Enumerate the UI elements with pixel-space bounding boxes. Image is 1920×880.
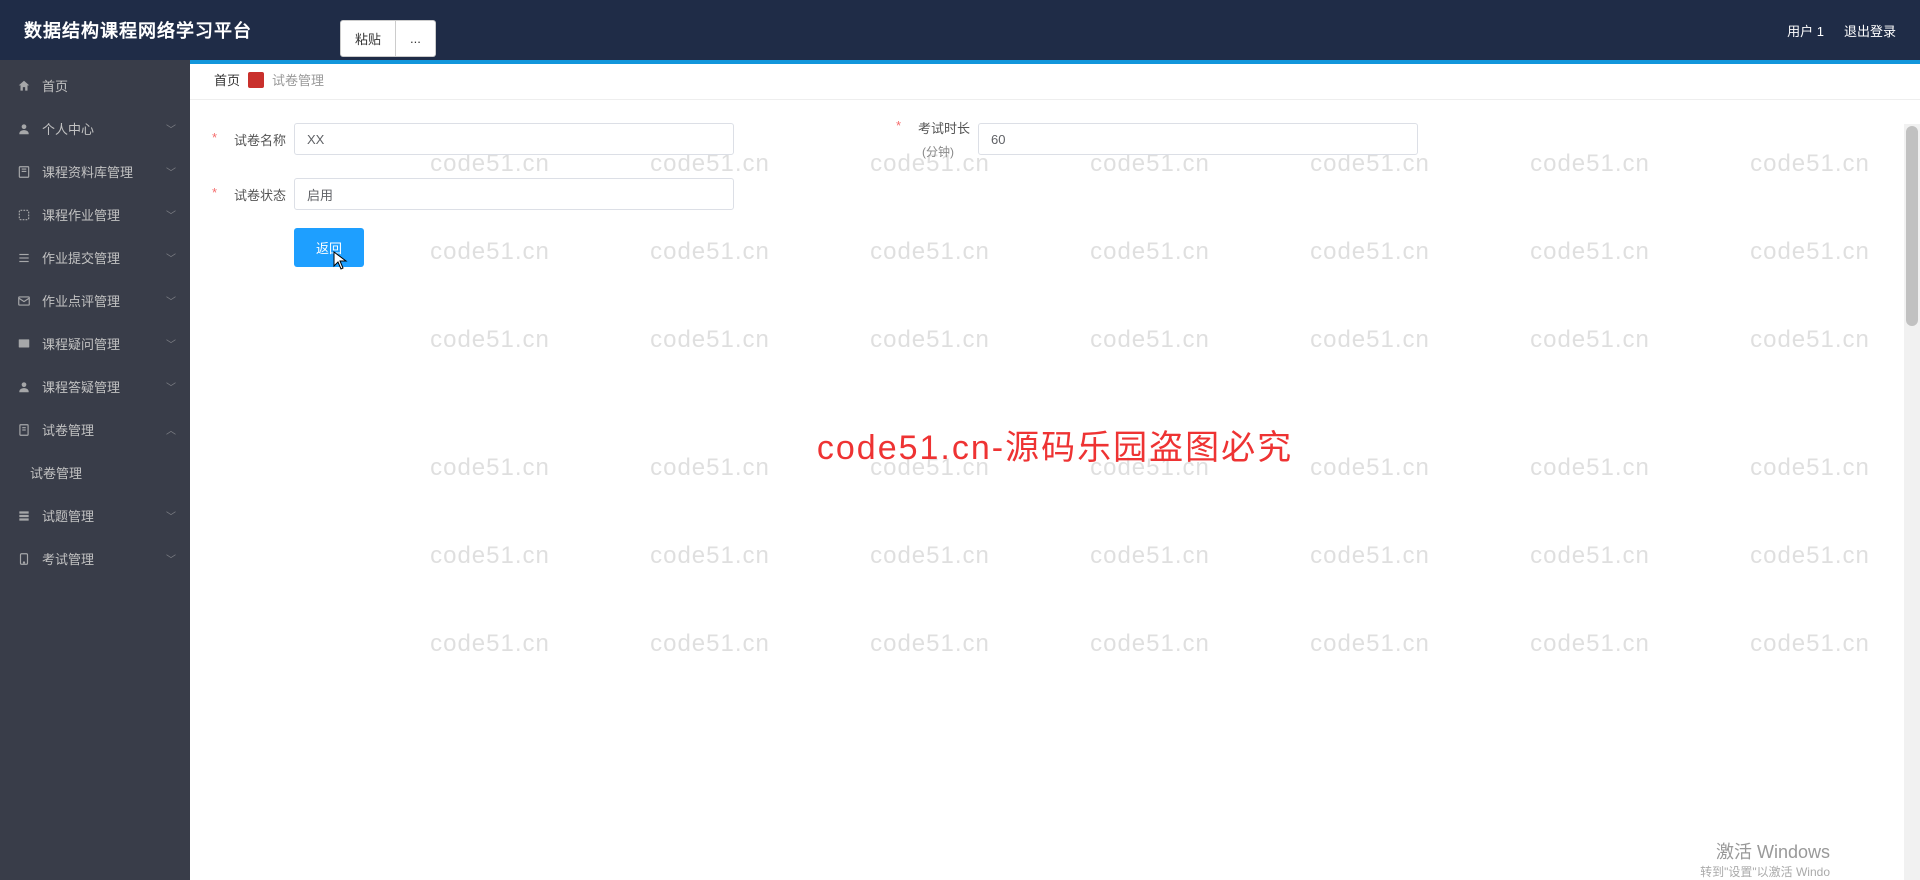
sidebar-item-label: 试卷管理	[42, 420, 94, 439]
sidebar-item-exam[interactable]: 考试管理 ﹀	[0, 537, 190, 580]
status-select[interactable]: 启用	[294, 178, 734, 210]
sidebar-item-questionbank[interactable]: 试题管理 ﹀	[0, 494, 190, 537]
breadcrumb-current: 试卷管理	[272, 70, 324, 89]
paste-button[interactable]: 粘贴	[340, 20, 396, 57]
name-label: 试卷名称	[214, 130, 294, 149]
breadcrumb-home[interactable]: 首页	[214, 70, 240, 89]
list-icon	[16, 250, 32, 266]
sidebar-item-paper[interactable]: 试卷管理 ︿	[0, 408, 190, 451]
chevron-down-icon: ﹀	[166, 121, 176, 136]
question-icon	[16, 336, 32, 352]
header-right: 用户 1 退出登录	[1787, 21, 1920, 40]
form-item-name: 试卷名称	[214, 123, 734, 155]
chevron-down-icon: ﹀	[166, 551, 176, 566]
sidebar-subitem-paper[interactable]: 试卷管理	[0, 451, 190, 494]
user-label[interactable]: 用户 1	[1787, 21, 1824, 40]
form-item-status: 试卷状态 启用	[214, 178, 734, 210]
windows-activate: 激活 Windows	[1716, 838, 1830, 864]
sidebar-item-submit[interactable]: 作业提交管理 ﹀	[0, 236, 190, 279]
sidebar-item-answer[interactable]: 课程答疑管理 ﹀	[0, 365, 190, 408]
chevron-down-icon: ﹀	[166, 508, 176, 523]
sidebar-item-label: 首页	[42, 76, 68, 95]
sidebar-item-label: 作业提交管理	[42, 248, 120, 267]
back-button[interactable]: 返回	[294, 228, 364, 267]
accent-bar	[190, 60, 1920, 64]
sidebar-item-label: 课程作业管理	[42, 205, 120, 224]
main-content: code51.cncode51.cncode51.cncode51.cncode…	[190, 60, 1920, 880]
sidebar-item-label: 试题管理	[42, 506, 94, 525]
exam-icon	[16, 551, 32, 567]
logout-link[interactable]: 退出登录	[1844, 21, 1896, 40]
book-icon	[16, 164, 32, 180]
form-area: 试卷名称 考试时长 (分钟) 试卷状态	[190, 100, 1920, 285]
sidebar-item-materials[interactable]: 课程资料库管理 ﹀	[0, 150, 190, 193]
mail-icon	[16, 293, 32, 309]
task-icon	[16, 207, 32, 223]
duration-unit: (分钟)	[898, 143, 978, 160]
sidebar-item-question[interactable]: 课程疑问管理 ﹀	[0, 322, 190, 365]
breadcrumb: 首页 试卷管理	[190, 60, 1920, 100]
windows-activate-sub: 转到"设置"以激活 Windo	[1700, 863, 1830, 880]
home-icon	[16, 78, 32, 94]
sidebar-item-label: 考试管理	[42, 549, 94, 568]
sidebar-item-profile[interactable]: 个人中心 ﹀	[0, 107, 190, 150]
breadcrumb-separator-icon	[248, 72, 264, 88]
chevron-down-icon: ﹀	[166, 379, 176, 394]
chevron-down-icon: ﹀	[166, 207, 176, 222]
sidebar-item-label: 课程资料库管理	[42, 162, 133, 181]
sidebar: 首页 个人中心 ﹀ 课程资料库管理 ﹀ 课程作业管理 ﹀	[0, 60, 190, 880]
paste-button-group: 粘贴 ...	[340, 20, 436, 57]
item-icon	[16, 508, 32, 524]
chevron-down-icon: ﹀	[166, 164, 176, 179]
status-value: 启用	[307, 185, 333, 204]
status-label: 试卷状态	[214, 185, 294, 204]
user-icon	[16, 121, 32, 137]
paste-more-button[interactable]: ...	[396, 20, 436, 57]
answer-icon	[16, 379, 32, 395]
app-title: 数据结构课程网络学习平台	[0, 17, 276, 43]
sidebar-item-home[interactable]: 首页	[0, 64, 190, 107]
sidebar-item-review[interactable]: 作业点评管理 ﹀	[0, 279, 190, 322]
sidebar-item-label: 作业点评管理	[42, 291, 120, 310]
paper-icon	[16, 422, 32, 438]
sidebar-item-homework[interactable]: 课程作业管理 ﹀	[0, 193, 190, 236]
chevron-down-icon: ﹀	[166, 336, 176, 351]
chevron-down-icon: ﹀	[166, 293, 176, 308]
watermark-banner: code51.cn-源码乐园盗图必究	[817, 420, 1293, 469]
sidebar-item-label: 个人中心	[42, 119, 94, 138]
chevron-up-icon: ︿	[166, 422, 176, 437]
chevron-down-icon: ﹀	[166, 250, 176, 265]
duration-input[interactable]	[978, 123, 1418, 155]
sidebar-item-label: 课程答疑管理	[42, 377, 120, 396]
sidebar-item-label: 试卷管理	[30, 466, 82, 481]
sidebar-item-label: 课程疑问管理	[42, 334, 120, 353]
app-header: 数据结构课程网络学习平台 用户 1 退出登录	[0, 0, 1920, 60]
name-input[interactable]	[294, 123, 734, 155]
form-item-duration: 考试时长 (分钟)	[898, 118, 1418, 160]
duration-label: 考试时长	[898, 118, 978, 137]
